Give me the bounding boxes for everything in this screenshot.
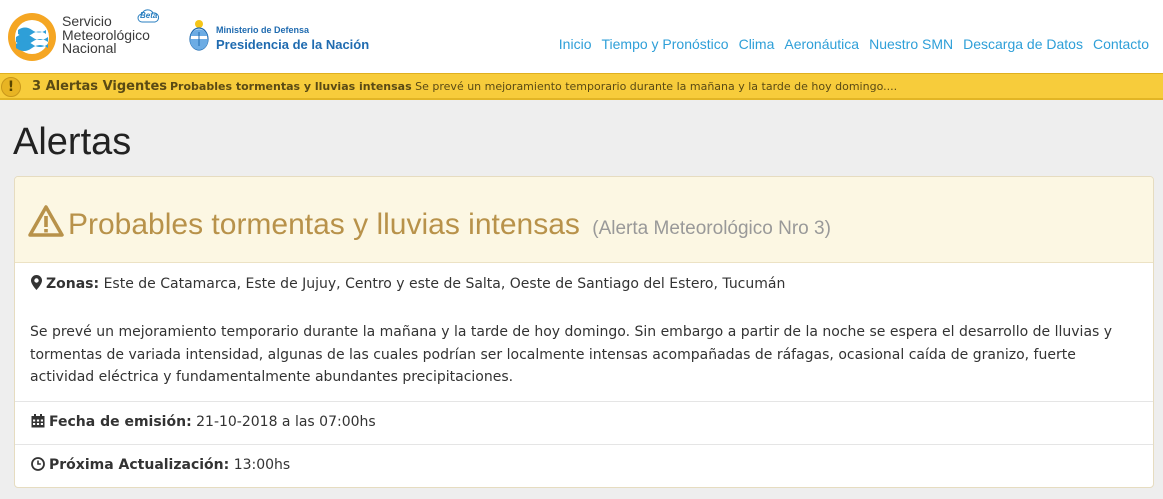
alert-title: Probables tormentas y lluvias intensas (… <box>68 208 831 242</box>
zonas-value: Este de Catamarca, Este de Jujuy, Centro… <box>103 276 786 292</box>
nav-aeronautica[interactable]: Aeronáutica <box>784 36 859 52</box>
beta-badge: Beta <box>137 6 160 26</box>
clock-icon <box>31 457 45 471</box>
presidencia-label[interactable]: Presidencia de la Nación <box>216 37 369 52</box>
alerts-summary[interactable]: Probables tormentas y lluvias intensas S… <box>170 80 897 93</box>
zonas-label: Zonas: <box>46 276 100 292</box>
alert-panel: Probables tormentas y lluvias intensas (… <box>14 176 1154 488</box>
beta-label: Beta <box>140 11 158 20</box>
map-marker-icon <box>31 275 42 290</box>
alert-title-text: Probables tormentas y lluvias intensas <box>68 208 580 241</box>
exclamation-icon: ! <box>1 77 21 97</box>
site-header: Servicio Meteorológico Nacional Beta Min… <box>0 0 1163 73</box>
main-nav: Inicio Tiempo y Pronóstico Clima Aeronáu… <box>549 36 1149 52</box>
active-alerts-bar[interactable]: ! 3 Alertas Vigentes Probables tormentas… <box>0 73 1163 100</box>
alert-panel-header: Probables tormentas y lluvias intensas (… <box>15 177 1153 263</box>
alerts-summary-title: Probables tormentas y lluvias intensas <box>170 80 412 93</box>
alert-zonas: Zonas: Este de Catamarca, Este de Jujuy,… <box>31 275 1153 292</box>
argentina-shield-icon <box>189 20 209 51</box>
divider <box>15 401 1153 402</box>
page-title: Alertas <box>13 121 132 163</box>
proxima-value: 13:00hs <box>233 457 291 473</box>
smn-logo-icon[interactable] <box>6 11 58 63</box>
alert-description: Se prevé un mejoramiento temporario dura… <box>30 324 1113 385</box>
alert-subtitle: (Alerta Meteorológico Nro 3) <box>592 218 831 239</box>
nav-tiempo-pronostico[interactable]: Tiempo y Pronóstico <box>601 36 728 52</box>
nav-nuestro-smn[interactable]: Nuestro SMN <box>869 36 953 52</box>
calendar-icon <box>31 414 45 428</box>
fecha-label: Fecha de emisión: <box>49 414 192 430</box>
alerts-summary-text: Se prevé un mejoramiento temporario dura… <box>415 80 898 93</box>
nav-clima[interactable]: Clima <box>739 36 775 52</box>
alert-proxima-actualizacion: Próxima Actualización: 13:00hs <box>31 457 1153 473</box>
nav-contacto[interactable]: Contacto <box>1093 36 1149 52</box>
nav-descarga-datos[interactable]: Descarga de Datos <box>963 36 1083 52</box>
alerts-count[interactable]: 3 Alertas Vigentes <box>32 79 167 94</box>
brand-line-3: Nacional <box>62 40 117 56</box>
nav-inicio[interactable]: Inicio <box>559 36 592 52</box>
divider <box>15 444 1153 445</box>
proxima-label: Próxima Actualización: <box>49 457 230 473</box>
fecha-value: 21-10-2018 a las 07:00hs <box>196 414 376 430</box>
alert-fecha-emision: Fecha de emisión: 21-10-2018 a las 07:00… <box>31 414 1153 430</box>
ministerio-label: Ministerio de Defensa <box>216 25 310 35</box>
warning-triangle-icon <box>28 205 64 237</box>
